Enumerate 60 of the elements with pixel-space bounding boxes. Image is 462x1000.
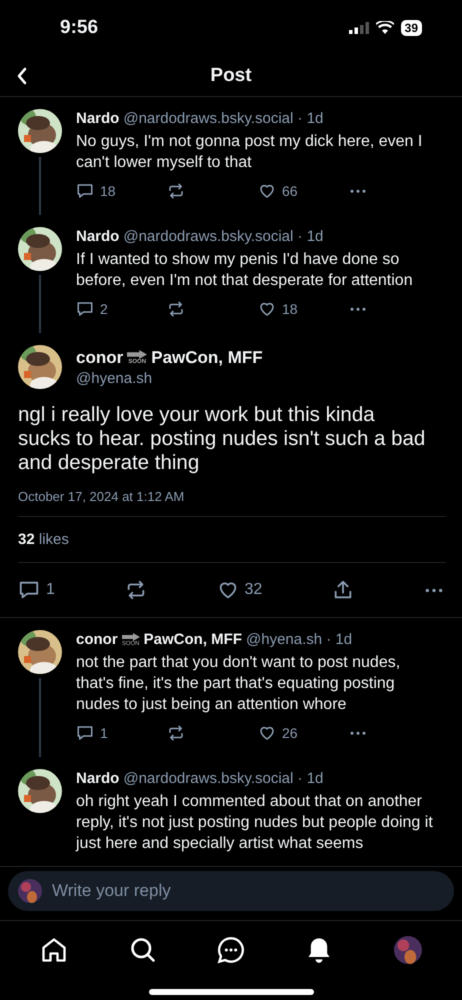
like-count: 66 <box>282 183 298 199</box>
status-time: 9:56 <box>60 16 98 38</box>
reply-count: 18 <box>100 183 116 199</box>
avatar[interactable] <box>18 345 62 389</box>
author-handle: @nardodraws.bsky.social · 1d <box>123 227 324 247</box>
author-name[interactable]: PawCon, MFF <box>151 348 263 368</box>
avatar <box>18 879 42 903</box>
post-text: If I wanted to show my penis I'd have done so before, even I'm not that desperate for attention <box>76 250 414 291</box>
home-icon[interactable] <box>40 936 68 964</box>
reply-count: 2 <box>100 301 108 317</box>
chat-icon[interactable] <box>216 936 245 964</box>
author-name[interactable]: Nardo <box>76 769 120 789</box>
more-icon[interactable] <box>424 588 444 592</box>
avatar[interactable] <box>18 109 62 153</box>
author-name[interactable]: conor <box>76 630 118 650</box>
author-handle: @nardodraws.bsky.social · 1d <box>123 109 324 129</box>
profile-avatar[interactable] <box>394 936 422 964</box>
post-text: not the part that you don't want to post nudes, that's fine, it's the part that's equating posting nudes to just being an attention whore <box>76 653 402 715</box>
battery-level: 39 <box>400 20 422 36</box>
like-summary[interactable]: 32 likes <box>18 517 446 563</box>
like-count: 18 <box>282 301 298 317</box>
heart-icon <box>258 300 276 318</box>
page-title: Post <box>210 64 252 86</box>
reply-field[interactable]: Write your reply <box>8 871 454 911</box>
more-icon[interactable] <box>349 730 367 736</box>
avatar[interactable] <box>18 630 62 674</box>
repost-icon[interactable] <box>167 724 185 742</box>
avatar[interactable] <box>18 227 62 271</box>
signal-icon <box>348 22 369 34</box>
reply-icon <box>76 182 94 200</box>
post-text: ngl i really love your work but this kinda sucks to hear. posting nudes isn't such a bad and desperate thing <box>18 403 426 475</box>
more-icon[interactable] <box>349 306 367 312</box>
reply-count: 1 <box>46 581 55 599</box>
heart-icon <box>258 724 276 742</box>
avatar[interactable] <box>18 769 62 813</box>
post-text: No guys, I'm not gonna post my dick here, even I can't lower myself to that <box>76 132 424 173</box>
reply-icon <box>76 724 94 742</box>
reply-input[interactable]: Write your reply <box>50 880 444 902</box>
reply-count: 1 <box>100 725 108 741</box>
more-icon[interactable] <box>349 188 367 194</box>
author-handle: @hyena.sh <box>76 370 154 386</box>
share-icon[interactable] <box>332 579 354 601</box>
author-name[interactable]: Nardo <box>76 109 120 129</box>
like-count: 32 <box>244 581 262 599</box>
wifi-icon <box>376 21 394 34</box>
heart-icon <box>258 182 276 200</box>
author-handle: @nardodraws.bsky.social · 1d <box>123 769 324 789</box>
reply-icon <box>18 579 40 601</box>
post-date: October 17, 2024 at 1:12 AM <box>18 489 446 517</box>
repost-icon[interactable] <box>167 182 185 200</box>
author-name[interactable]: Nardo <box>76 227 120 247</box>
author-name[interactable]: PawCon, MFF <box>144 630 242 650</box>
reply-icon <box>76 300 94 318</box>
like-count: 26 <box>282 725 298 741</box>
search-icon[interactable] <box>128 936 157 964</box>
back-icon[interactable] <box>16 67 28 85</box>
post-text: oh right yeah I commented about that on another reply, it's not just posting nudes but people doing it just here and specially artist what seems <box>76 792 434 854</box>
author-name[interactable]: conor <box>76 348 124 368</box>
repost-icon[interactable] <box>167 300 185 318</box>
author-handle: @hyena.sh · 1d <box>246 630 352 650</box>
